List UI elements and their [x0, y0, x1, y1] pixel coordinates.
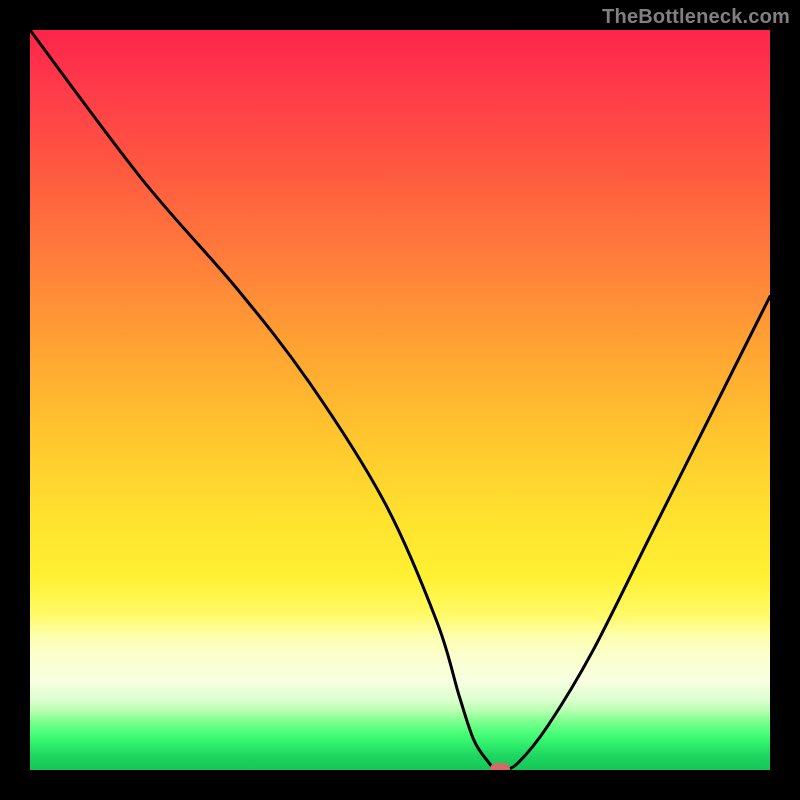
watermark-text: TheBottleneck.com [602, 6, 790, 29]
bottleneck-curve [30, 30, 770, 770]
chart-container: TheBottleneck.com [0, 0, 800, 800]
curve-svg [30, 30, 770, 770]
optimal-marker [490, 763, 510, 770]
plot-area [30, 30, 770, 770]
